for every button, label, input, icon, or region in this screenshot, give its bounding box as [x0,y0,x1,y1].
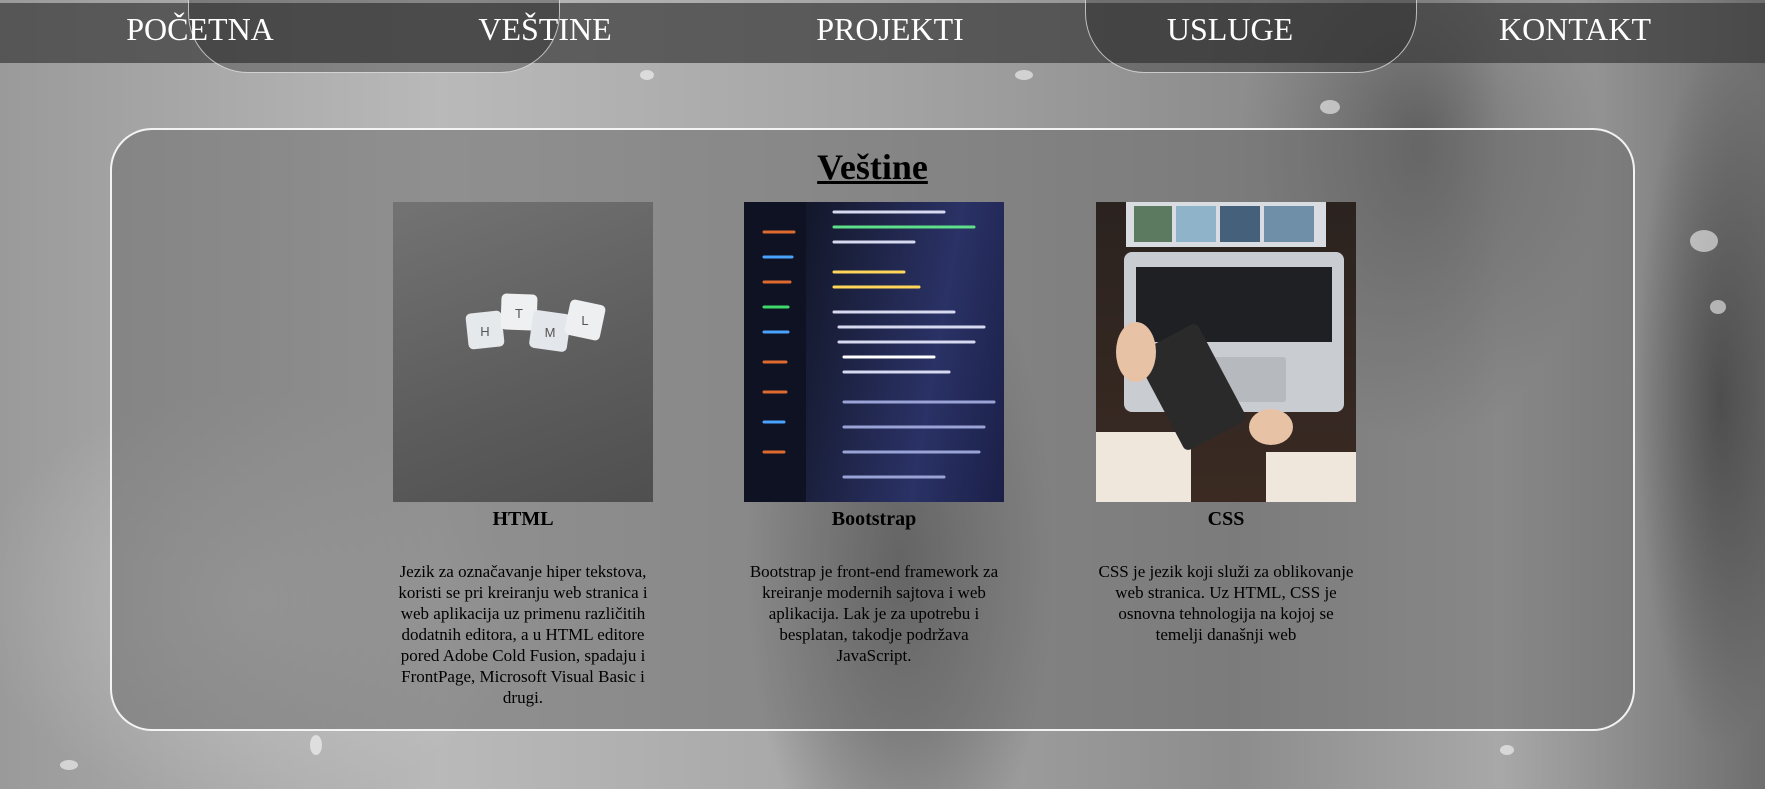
skills-panel: Veštine H T M L HTML Jezik za označavanj… [110,128,1635,731]
nav-item-vestine[interactable]: VEŠTINE [455,11,635,48]
nav-item-projekti[interactable]: PROJEKTI [800,11,980,48]
nav-item-kontakt[interactable]: KONTAKT [1485,11,1665,48]
card-title: HTML [492,508,554,530]
skill-card-css: CSS CSS je jezik koji služi za oblikovan… [1095,202,1357,645]
code-editor-image [744,202,1004,502]
nav-item-usluge[interactable]: USLUGE [1140,11,1320,48]
skill-card-bootstrap: Bootstrap Bootstrap je front-end framewo… [743,202,1005,666]
laptop-image [1096,202,1356,502]
skill-card-html: H T M L HTML Jezik za označavanje hiper … [392,202,654,708]
card-description: Jezik za označavanje hiper tekstova, kor… [398,562,648,707]
card-description: CSS je jezik koji služi za oblikovanje w… [1098,562,1354,644]
tile-letter: M [545,325,556,340]
code-lines-illustration [744,202,996,502]
tile-letter: H [480,324,489,339]
html-image: H T M L [393,202,653,502]
card-title: Bootstrap [831,508,917,530]
tile-letter: L [581,313,588,328]
nav-item-pocetna[interactable]: POČETNA [110,11,290,48]
top-navigation: POČETNA VEŠTINE PROJEKTI USLUGE KONTAKT [0,0,1765,73]
card-title: CSS [1207,508,1245,530]
laptop-illustration [1096,202,1356,502]
letter-tiles-illustration: H T M L [465,293,606,352]
card-description: Bootstrap je front-end framework za krei… [749,562,999,665]
tile-letter: T [515,306,523,321]
page-title: Veštine [817,147,928,187]
